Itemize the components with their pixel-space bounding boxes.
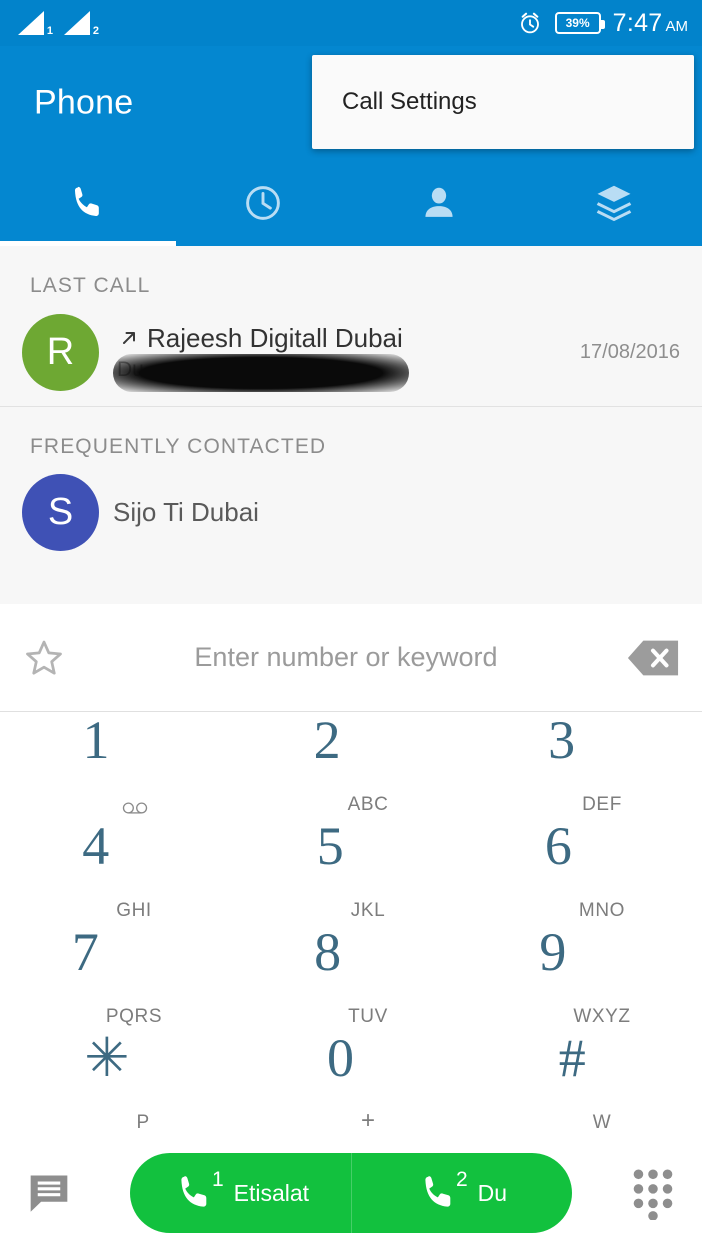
dialpad-key-digit: 2 (313, 710, 341, 770)
dialpad-row: ✳ P 0 + # W (0, 1031, 702, 1137)
call-button-sim1[interactable]: 1 Etisalat (130, 1153, 351, 1233)
list-item-body: Rajeesh Digitall Dubai Du (113, 322, 572, 392)
dialpad-key-digit: 1 (82, 710, 110, 770)
dialpad-key-digit: 8 (314, 922, 342, 982)
outgoing-call-arrow-icon (123, 332, 135, 344)
contacts-list-area: LAST CALL R Rajeesh Digitall Dubai Du 17… (0, 246, 702, 604)
list-item-frequent-contact[interactable]: S Sijo Ti Dubai (0, 459, 702, 565)
redaction-overlay (113, 353, 409, 392)
dialpad-row: 4 GHI 5 JKL 6 MNO (0, 819, 702, 925)
layers-stack-icon (597, 185, 632, 222)
dialpad-key-7[interactable]: 7 PQRS (0, 925, 234, 1031)
dialpad-row: 1 2 ABC 3 DEF (0, 713, 702, 819)
dialpad-key-6[interactable]: 6 MNO (468, 819, 702, 925)
avatar: S (22, 473, 99, 551)
dialpad-key-letters: DEF (582, 794, 622, 815)
battery-indicator: 39% (554, 12, 605, 34)
status-bar-meridiem: AM (665, 17, 689, 35)
dialpad-key-digit: 0 (326, 1028, 354, 1088)
dialpad-key-letters: P (136, 1112, 150, 1133)
status-bar-right: 39% 7:47 AM (517, 9, 688, 38)
dial-input-row: Enter number or keyword (0, 604, 702, 712)
dialpad-key-letters: ABC (347, 794, 389, 815)
tab-dialer[interactable] (0, 160, 176, 246)
bottom-action-bar: 1 Etisalat 2 Du (0, 1138, 702, 1248)
sim1-number-badge: 1 (211, 1168, 224, 1191)
phone-dialer-screen: 1 2 39% 7:47 AM Phone Call Settings LAST… (0, 0, 702, 1248)
status-bar-time: 7:47 (612, 8, 663, 37)
dialpad-row: 7 PQRS 8 TUV 9 WXYZ (0, 925, 702, 1031)
dialpad-key-star[interactable]: ✳ P (0, 1031, 234, 1137)
dialpad-key-letters: + (360, 1107, 375, 1134)
person-icon (425, 187, 453, 217)
section-header-frequently-contacted: FREQUENTLY CONTACTED (30, 435, 327, 458)
clock-icon (246, 186, 281, 220)
search-input[interactable]: Enter number or keyword (66, 642, 626, 673)
backspace-delete-icon[interactable] (626, 638, 680, 678)
dialpad-key-letters: JKL (350, 900, 386, 921)
battery-percent-label: 39% (565, 16, 590, 30)
contact-number-redacted: Du (113, 353, 572, 392)
menu-item-call-settings[interactable]: Call Settings (312, 88, 477, 116)
message-bubble-icon[interactable] (24, 1168, 74, 1218)
dialpad-key-4[interactable]: 4 GHI (0, 819, 234, 925)
list-item-last-call[interactable]: R Rajeesh Digitall Dubai Du 17/08/2016 (0, 298, 702, 406)
sim1-signal-label: 1 (46, 25, 53, 37)
dialpad-key-3[interactable]: 3 DEF (468, 713, 702, 819)
sim2-number-badge: 2 (455, 1168, 468, 1191)
alarm-clock-icon (520, 12, 539, 34)
avatar-initial: R (46, 330, 75, 373)
phone-handset-icon (74, 186, 99, 217)
star-outline-icon[interactable] (22, 636, 66, 680)
signal-indicators: 1 2 (18, 9, 99, 37)
dialpad-key-9[interactable]: 9 WXYZ (468, 925, 702, 1031)
avatar-initial: S (47, 490, 74, 533)
avatar: R (22, 313, 99, 391)
contact-name: Sijo Ti Dubai (113, 496, 259, 527)
dialpad-key-digit: 3 (548, 710, 576, 770)
sim2-signal-label: 2 (92, 25, 99, 37)
dialpad: 1 2 ABC 3 DEF 4 GHI 5 JKL 6 MNO 7 PQRS 8… (0, 713, 702, 1138)
sim1-carrier-label: Etisalat (233, 1179, 310, 1206)
tab-history[interactable] (176, 160, 352, 246)
dialpad-key-letters: GHI (116, 900, 152, 921)
dialpad-key-2[interactable]: 2 ABC (234, 713, 468, 819)
section-header-last-call: LAST CALL (30, 274, 151, 297)
dialpad-key-hash[interactable]: # W (468, 1031, 702, 1137)
dialpad-dots-icon[interactable] (628, 1166, 678, 1220)
dialpad-key-5[interactable]: 5 JKL (234, 819, 468, 925)
call-button-sim2[interactable]: 2 Du (351, 1153, 572, 1233)
sim2-carrier-label: Du (477, 1179, 508, 1206)
dialpad-key-1[interactable]: 1 (0, 713, 234, 819)
sim1-signal-icon: 1 (18, 9, 53, 37)
status-bar: 1 2 39% 7:47 AM (0, 0, 702, 46)
dialpad-key-digit: 9 (539, 922, 567, 982)
app-bar: Phone Call Settings (0, 46, 702, 160)
dual-sim-call-buttons: 1 Etisalat 2 Du (130, 1153, 572, 1233)
dialpad-key-digit: 7 (71, 922, 99, 982)
dialpad-key-0[interactable]: 0 + (234, 1031, 468, 1137)
dialpad-key-digit: 5 (316, 816, 344, 876)
dialpad-key-letters: W (592, 1112, 612, 1133)
dialpad-key-digit: # (558, 1028, 586, 1088)
sim2-signal-icon: 2 (64, 9, 99, 37)
tab-contacts[interactable] (351, 160, 527, 246)
dialpad-key-digit: ✳ (84, 1028, 130, 1088)
dialpad-key-8[interactable]: 8 TUV (234, 925, 468, 1031)
page-title: Phone (34, 83, 134, 122)
dialpad-key-digit: 4 (82, 816, 110, 876)
contact-name: Rajeesh Digitall Dubai (147, 322, 403, 353)
dialpad-key-letters: MNO (578, 900, 626, 921)
overflow-menu-popup[interactable]: Call Settings (312, 55, 694, 149)
tab-groups[interactable] (527, 160, 702, 246)
voicemail-icon (122, 802, 147, 814)
tab-bar (0, 160, 702, 246)
dialpad-key-digit: 6 (544, 816, 572, 876)
last-call-date: 17/08/2016 (579, 340, 680, 363)
dialpad-key-letters: TUV (348, 1006, 388, 1027)
